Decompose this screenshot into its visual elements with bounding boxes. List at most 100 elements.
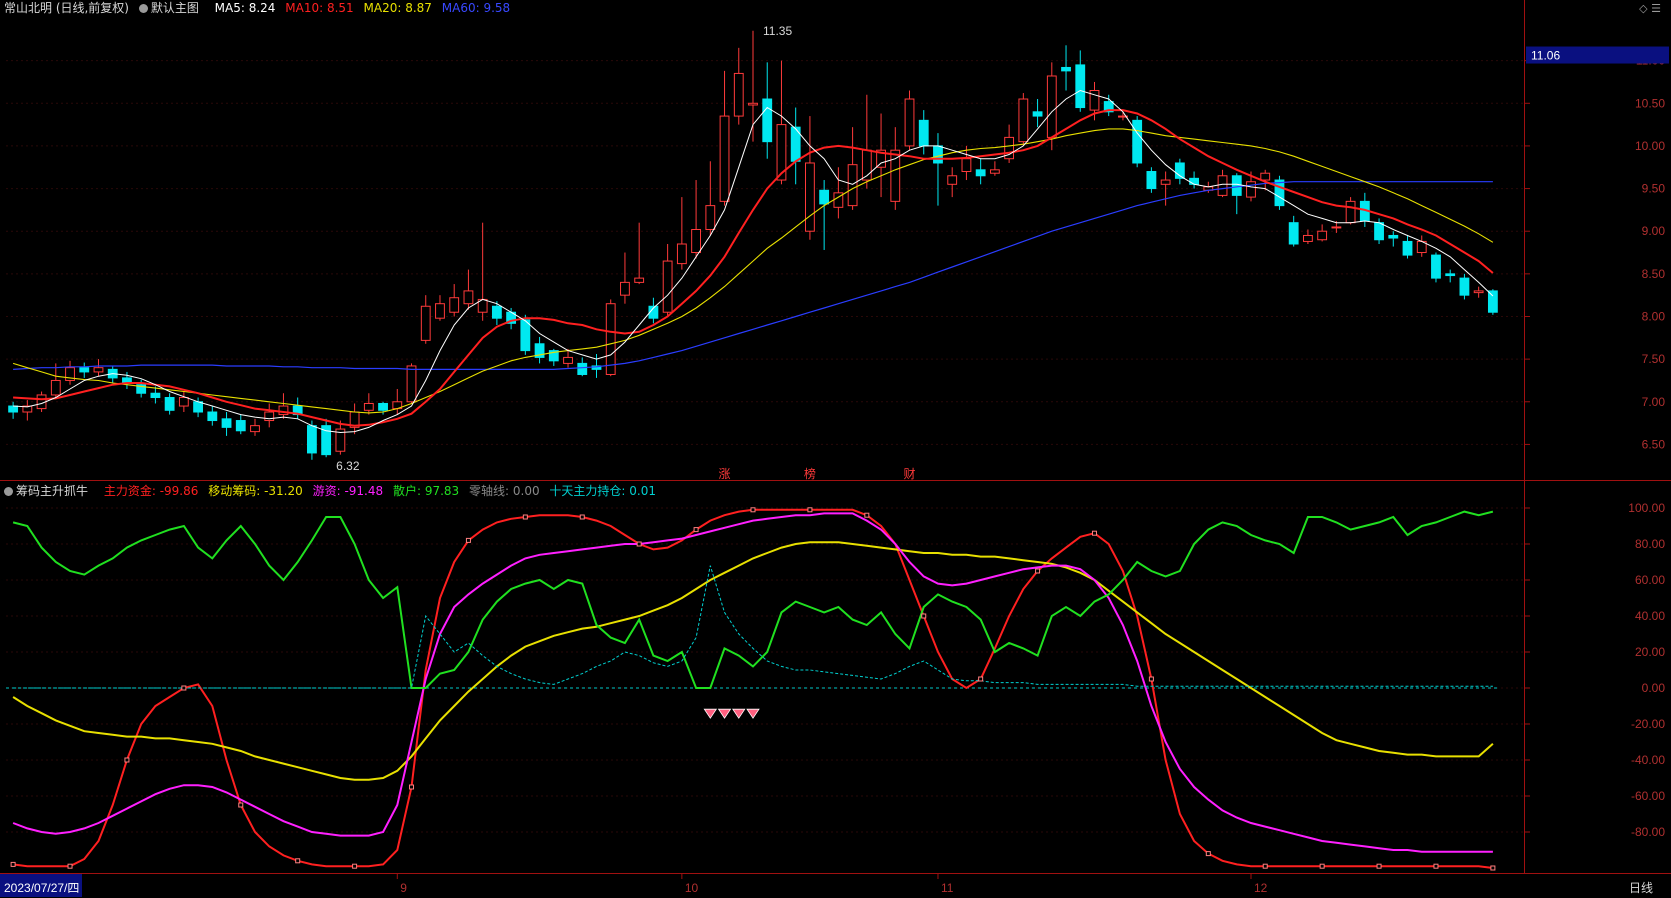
candle-body [207,411,218,422]
zhuli-point-marker [921,613,927,619]
zhuli-point-marker [693,527,699,533]
candle-body [8,405,19,413]
ma20-value: MA20: 8.87 [363,1,432,15]
indicator-selector[interactable]: 筹码主升抓牛 [4,484,94,498]
lingzhou-value: 零轴线: 0.00 [469,484,540,498]
zhuli-point-marker [1035,568,1041,574]
candle-body [762,98,773,143]
indicator-series-line [12,541,1494,781]
candle-body [605,303,616,375]
zhuli-point-marker [522,514,528,520]
candle-body [1445,273,1456,277]
candle-body [1288,222,1299,245]
zhuli-point-marker [1205,851,1211,857]
zhuli-point-marker [181,685,187,691]
template-selector[interactable]: 默认主图 [138,1,205,15]
zhuli-point-marker [807,507,813,513]
candle-body [961,158,972,173]
candle-body [1402,240,1413,256]
candle-body [1431,254,1441,279]
indicator-tick-label: -20.00 [1631,717,1665,731]
candle-body [164,397,175,411]
candle-body [975,169,986,177]
candle-body [363,402,374,411]
candle-body [1132,119,1143,164]
indicator-series-line [12,508,1494,869]
candle-body [748,102,758,106]
candle-body [178,397,189,407]
indicator-series-line [12,510,1494,689]
extreme-price-label: 11.35 [763,24,792,38]
stock-chart-svg: 11.0010.5010.009.509.008.508.007.507.006… [0,0,1671,897]
candle-body [805,162,815,232]
candle-body [150,392,161,399]
ma10-value: MA10: 8.51 [285,1,354,15]
candle-body [1075,64,1086,109]
zhuli-point-marker [465,537,471,543]
candle-body [819,189,830,205]
event-marker: 涨 [719,466,731,481]
indicator-tick-label: 0.00 [1642,681,1666,695]
price-tick-label: 7.50 [1642,352,1666,366]
price-tick-label: 10.00 [1635,139,1665,153]
indicator-tick-label: 20.00 [1635,645,1665,659]
indicator-tick-label: -40.00 [1631,753,1665,767]
stock-title[interactable]: 常山北明 (日线,前复权) [4,1,129,15]
month-label: 10 [685,881,699,895]
candle-body [221,418,232,428]
candle-body [691,229,701,254]
ma5-value: MA5: 8.24 [214,1,276,15]
candle-body [1331,226,1342,229]
candle-body [1061,66,1071,72]
indicator-y-axis: 100.00 80.00 60.00 40.00 20.00 0.00 -20.00 -40.… [1525,501,1665,839]
candle-body [904,98,915,147]
candle-body [491,305,502,319]
settings-dot-icon [138,4,148,13]
zhuli-value: 主力资金: -99.86 [103,484,199,498]
zhuli-point-marker [10,861,16,867]
candle-body [420,305,431,341]
zhuli-point-marker [978,676,984,682]
zhuli-point-marker [409,784,415,790]
zhuli-point-marker [750,507,756,513]
event-marker: 榜 [804,466,816,481]
candle-body [1018,98,1029,143]
window-control-icons[interactable]: ◇ ☰ [1639,2,1661,15]
month-label: 11 [941,881,954,895]
month-label: 9 [400,881,407,895]
chart-frame [0,0,1671,874]
candle-body [50,379,61,396]
candle-body [947,175,958,185]
template-label: 默认主图 [150,1,199,15]
zhuli-point-marker [1433,863,1439,869]
zhuli-point-marker [1319,863,1325,869]
candle-body [1345,200,1356,224]
indicator-tick-label: 100.00 [1628,501,1665,515]
candle-body [93,367,104,373]
diamond-signal-icon [732,708,746,719]
sanhu-value: 散户: 97.83 [392,484,460,498]
diamond-signal-icon [746,708,760,719]
zhuli-point-marker [579,514,585,520]
candle-body [235,420,246,432]
price-tick-label: 9.50 [1642,182,1666,196]
candle-body [520,319,531,352]
main-chart-header: 常山北明 (日线,前复权) 默认主图 MA5: 8.24 MA10: 8.51 … [4,0,516,16]
candle-body [1160,179,1171,185]
diamond-signal-icon [717,708,732,719]
candle-body [620,281,630,296]
zhuli-point-marker [238,802,244,808]
zhuli-point-marker [295,858,301,864]
zhuli-point-marker [352,863,358,869]
price-tick-label: 8.50 [1642,267,1666,281]
indicator-series-line [13,565,1493,689]
ma60-value: MA60: 9.58 [441,1,511,15]
indicator-tick-label: 40.00 [1635,609,1665,623]
current-date-label: 2023/07/27/四 [4,881,79,895]
candle-body [563,356,573,364]
candle-body [1487,290,1498,313]
price-tick-label: 10.50 [1635,96,1665,110]
indicator-header: 筹码主升抓牛 主力资金: -99.86 移动筹码: -31.20 游资: -91… [4,483,662,499]
candle-body [449,297,460,313]
candle-body [1388,234,1399,239]
